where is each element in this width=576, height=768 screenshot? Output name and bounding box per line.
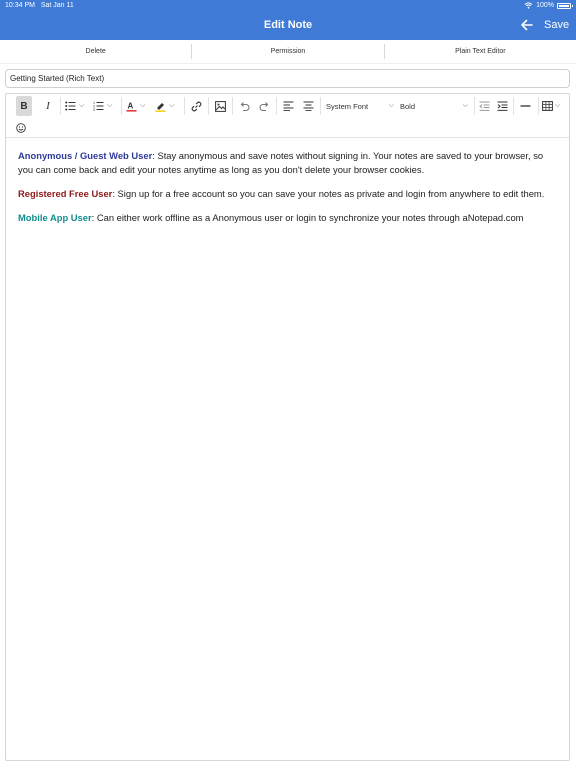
redo-button[interactable] [256, 96, 272, 116]
bullet-list-icon [65, 101, 76, 111]
numbered-list-icon: 1 2 3 [93, 101, 104, 111]
emoji-button[interactable] [14, 120, 28, 136]
paragraph-label: Registered Free User [18, 188, 113, 199]
svg-text:3: 3 [93, 108, 95, 111]
font-weight-select[interactable]: Bold ⌵ [400, 96, 468, 116]
highlight-button[interactable]: ⌵ [155, 96, 179, 116]
status-time: 10:34 PM Sat Jan 11 [5, 2, 74, 9]
tab-delete[interactable]: Delete [0, 44, 193, 59]
chevron-down-icon: ⌵ [140, 102, 146, 109]
tab-plain-text-editor[interactable]: Plain Text Editor [385, 44, 576, 59]
font-family-value: System Font [326, 101, 369, 111]
emoji-icon [16, 123, 26, 133]
toolbar-divider [513, 97, 514, 115]
paragraph-text: : Sign up for a free account so you can … [112, 188, 545, 199]
paragraph-label: Anonymous / Guest Web User [18, 150, 153, 161]
tab-permission[interactable]: Permission [192, 44, 385, 59]
editor-toolbar: B I ⌵ 1 2 3 ⌵ A ⌵ ⌵ System Font ⌵ Bold ⌵… [6, 94, 569, 138]
paragraph: Mobile App User: Can either work offline… [18, 211, 558, 225]
app-header: 10:34 PM Sat Jan 11 100% Edit Note Save [0, 0, 576, 40]
toolbar-divider [208, 97, 209, 115]
undo-icon [240, 101, 249, 111]
horizontal-rule-icon [520, 105, 530, 107]
status-right: 100% [524, 2, 573, 9]
svg-text:A: A [128, 101, 134, 110]
bold-button[interactable]: B [16, 96, 32, 116]
save-button[interactable]: Save [544, 19, 569, 31]
toolbar-divider [538, 97, 539, 115]
toolbar-row-1: B I ⌵ 1 2 3 ⌵ A ⌵ ⌵ System Font ⌵ Bold ⌵… [10, 96, 565, 116]
paragraph: Anonymous / Guest Web User: Stay anonymo… [18, 149, 558, 177]
rich-text-editor: B I ⌵ 1 2 3 ⌵ A ⌵ ⌵ System Font ⌵ Bold ⌵… [5, 93, 570, 761]
page-title: Edit Note [263, 19, 313, 31]
italic-icon: I [46, 100, 50, 112]
align-center-button[interactable] [300, 96, 316, 116]
toolbar-row-2 [14, 120, 28, 136]
chevron-down-icon: ⌵ [107, 102, 113, 109]
toolbar-divider [320, 97, 321, 115]
bold-icon: B [20, 100, 28, 112]
editor-content[interactable]: Anonymous / Guest Web User: Stay anonymo… [18, 149, 558, 235]
toolbar-divider [121, 97, 122, 115]
battery-fill [559, 4, 569, 7]
wifi-icon [524, 2, 533, 9]
bullet-list-button[interactable]: ⌵ [65, 96, 89, 116]
indent-button[interactable] [494, 96, 510, 116]
image-icon [214, 100, 226, 112]
image-button[interactable] [212, 96, 228, 116]
chevron-down-icon: ⌵ [555, 102, 561, 109]
chevron-down-icon: ⌵ [462, 102, 468, 109]
numbered-list-button[interactable]: 1 2 3 ⌵ [93, 96, 117, 116]
indent-icon [497, 101, 507, 111]
toolbar-divider [474, 97, 475, 115]
chevron-down-icon: ⌵ [79, 102, 85, 109]
font-weight-value: Bold [400, 101, 416, 111]
align-center-icon [303, 101, 313, 111]
italic-button[interactable]: I [40, 96, 56, 116]
redo-icon [259, 101, 268, 111]
font-family-select[interactable]: System Font ⌵ [326, 96, 394, 116]
toolbar-divider [60, 97, 61, 115]
paragraph-text: : Can either work offline as a Anonymous… [91, 212, 524, 223]
align-left-icon [283, 101, 293, 111]
chevron-down-icon: ⌵ [169, 102, 175, 109]
note-title-input[interactable] [5, 69, 570, 88]
battery-percent: 100% [536, 2, 554, 9]
link-button[interactable] [188, 96, 204, 116]
outdent-icon [478, 101, 489, 111]
highlight-icon [155, 102, 166, 112]
toolbar-divider [276, 97, 277, 115]
align-left-button[interactable] [280, 96, 296, 116]
undo-button[interactable] [236, 96, 252, 116]
text-color-button[interactable]: A ⌵ [126, 96, 150, 116]
arrow-left-icon [521, 19, 533, 31]
action-tabs: Delete Permission Plain Text Editor [0, 40, 576, 64]
status-date-text: Sat Jan 11 [40, 2, 74, 9]
text-color-icon: A [126, 101, 137, 112]
back-button[interactable] [520, 17, 534, 33]
toolbar-divider [232, 97, 233, 115]
toolbar-divider [184, 97, 185, 115]
outdent-button[interactable] [476, 96, 492, 116]
battery-icon [557, 2, 573, 9]
table-button[interactable]: ⌵ [542, 96, 564, 116]
chevron-down-icon: ⌵ [388, 102, 394, 109]
paragraph: Registered Free User: Sign up for a free… [18, 187, 558, 201]
table-icon [542, 101, 553, 111]
status-time-text: 10:34 PM [5, 2, 35, 9]
paragraph-label: Mobile App User [18, 212, 92, 223]
link-icon [191, 101, 201, 111]
horizontal-rule-button[interactable] [517, 96, 533, 116]
